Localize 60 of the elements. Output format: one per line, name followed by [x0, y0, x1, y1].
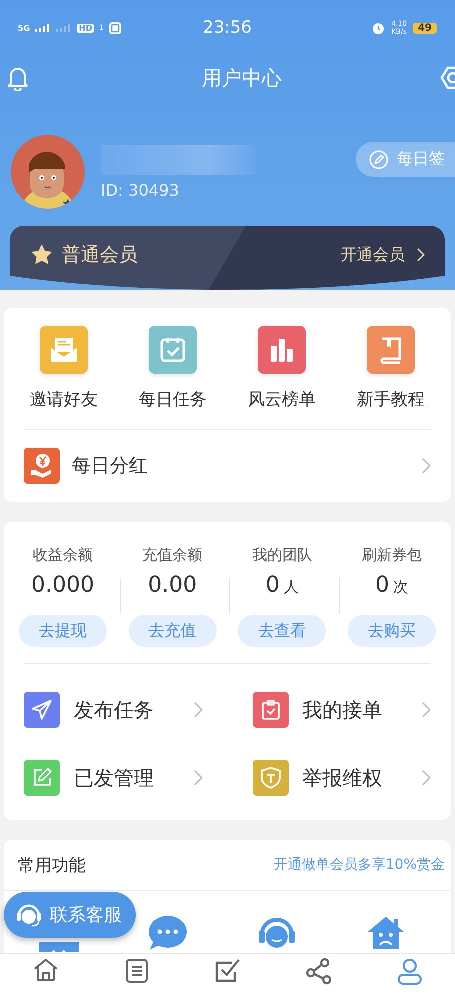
- network-label: 5G: [18, 24, 30, 32]
- bell-icon[interactable]: [7, 65, 29, 91]
- coin-hand-icon: [24, 448, 60, 484]
- settings-icon[interactable]: [440, 65, 455, 91]
- list-icon: [124, 958, 148, 984]
- headset-icon[interactable]: [257, 915, 298, 949]
- chevron-icon: [417, 248, 425, 262]
- chevron-icon: [194, 770, 202, 786]
- shortcut-label[interactable]: 风云榜单: [248, 388, 316, 411]
- star-icon: [30, 243, 54, 267]
- hd-badge: HD: [77, 24, 94, 32]
- user-id: ID: 30493: [101, 180, 180, 200]
- share-icon: [304, 958, 332, 986]
- upgrade-link[interactable]: 开通会员: [341, 244, 405, 266]
- battery-indicator: 49: [413, 22, 437, 34]
- user-icon: [396, 958, 422, 986]
- stat-unit: 次: [393, 578, 408, 597]
- clock-time: 23:56: [203, 18, 252, 38]
- chevron-icon: [194, 702, 202, 718]
- membership-banner[interactable]: 普通会员 开通会员: [10, 226, 445, 290]
- shortcut-icon[interactable]: [367, 326, 415, 374]
- pencil-icon: [369, 150, 389, 170]
- chevron-icon: [422, 702, 431, 718]
- stat-label: 充值余额: [142, 546, 203, 565]
- membership-level: 普通会员: [62, 243, 138, 268]
- bar-chart-icon: [268, 336, 296, 364]
- stat-label: 收益余额: [33, 546, 93, 565]
- stat-label: 我的团队: [252, 546, 312, 565]
- shortcut-icon[interactable]: [258, 326, 306, 374]
- sad-house-icon[interactable]: [366, 915, 406, 949]
- alarm-icon: [372, 22, 386, 34]
- shortcut-label[interactable]: 每日任务: [139, 388, 207, 411]
- dividend-row[interactable]: 每日分红: [24, 430, 431, 502]
- shortcut-icon[interactable]: [40, 326, 88, 374]
- action-item[interactable]: 举报维权: [252, 744, 431, 812]
- calendar-check-icon: [159, 336, 187, 364]
- home-icon: [32, 958, 58, 982]
- action-item[interactable]: 我的接单: [252, 676, 431, 744]
- shortcut-label[interactable]: 邀请好友: [30, 388, 98, 411]
- shortcut-label[interactable]: 新手教程: [357, 388, 425, 411]
- stat-value: 0: [375, 573, 390, 598]
- section-title: 常用功能: [18, 854, 86, 876]
- page-title: 用户中心: [202, 64, 282, 92]
- signal-icon: [56, 24, 72, 32]
- chevron-icon: [422, 770, 431, 786]
- action-item[interactable]: 发布任务: [24, 676, 202, 744]
- chat-bubble-icon[interactable]: [148, 915, 188, 951]
- dividend-label: 每日分红: [72, 454, 148, 479]
- stat-value: 0.000: [32, 573, 94, 598]
- action-item[interactable]: 已发管理: [24, 744, 202, 812]
- app-icon: [108, 22, 122, 34]
- shortcut-icon[interactable]: [149, 326, 197, 374]
- headset-icon: [16, 902, 42, 928]
- stat-unit: 人: [284, 578, 299, 597]
- signal-icon: [35, 24, 52, 32]
- stat-value: 0.00: [148, 573, 198, 598]
- chevron-icon: [422, 458, 431, 474]
- checkbox-icon: [214, 958, 240, 984]
- stat-label: 刷新券包: [362, 546, 422, 565]
- stat-value: 0: [266, 573, 280, 598]
